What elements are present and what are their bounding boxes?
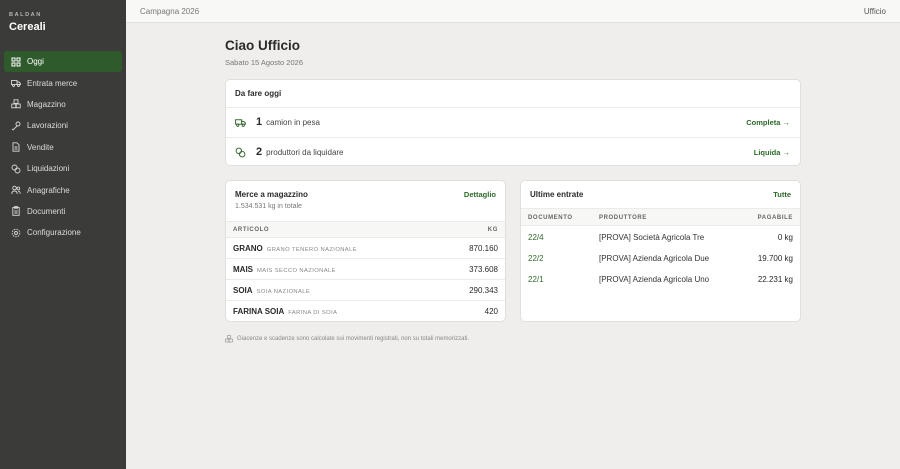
stock-title: Merce a magazzino [235,190,308,199]
todo-row-settlement[interactable]: 2 produttori da liquidare Liquida → [226,138,800,166]
table-row[interactable]: FARINA SOIA FARINA DI SOIA 420 [226,301,505,321]
producer-name: [PROVA] Società Agricola Tre [599,233,705,242]
article-desc: FARINA DI SOIA [288,310,338,316]
entries-card: Ultime entrate Tutte DOCUMENTO PRODUTTOR… [520,180,801,322]
liquidate-link[interactable]: Liquida → [754,148,790,157]
complete-link[interactable]: Completa → [746,118,790,127]
payable-value: 22.231 kg [757,275,793,284]
payable-value: 19.700 kg [757,254,793,263]
column-header-producer: PRODUTTORE [599,214,647,221]
boxes-icon [225,335,233,343]
document-link[interactable]: 22/1 [528,275,544,284]
sidebar-item-label: Documenti [27,206,66,216]
users-icon [11,185,21,195]
sidebar-item-label: Vendite [27,142,54,152]
producer-name: [PROVA] Azienda Agricola Uno [599,275,710,284]
entries-title: Ultime entrate [530,190,584,199]
document-link[interactable]: 22/4 [528,233,544,242]
column-header-document: DOCUMENTO [528,214,573,221]
sidebar-item-magazzino[interactable]: Magazzino [4,94,122,115]
payable-value: 0 kg [777,233,793,242]
sidebar-item-label: Configurazione [27,228,81,238]
article-kg: 373.608 [469,265,498,274]
table-row[interactable]: 22/4 [PROVA] Società Agricola Tre 0 kg [521,227,800,248]
article-kg: 290.343 [469,286,498,295]
todo-title: Da fare oggi [226,80,800,108]
sidebar-item-label: Magazzino [27,99,66,109]
truck-icon [235,119,246,127]
column-header-payable: PAGABILE [757,214,793,221]
sidebar-item-oggi[interactable]: Oggi [4,51,122,73]
sidebar-item-label: Anagrafiche [27,185,70,195]
page-date: Sabato 15 Agosto 2026 [225,58,303,67]
brand-small: BALDAN [9,12,42,18]
boxes-icon [11,99,21,109]
grid-icon [11,57,21,67]
document-link[interactable]: 22/2 [528,254,544,263]
article-name: MAIS MAIS SECCO NAZIONALE [233,265,336,274]
sidebar: BALDAN Cereali Oggi Entrata merce Magazz… [0,0,126,469]
sidebar-item-label: Liquidazioni [27,164,70,174]
sidebar-item-configurazione[interactable]: Configurazione [4,222,122,243]
table-row[interactable]: 22/2 [PROVA] Azienda Agricola Due 19.700… [521,248,800,269]
user-menu[interactable]: Ufficio [864,7,886,16]
coins-icon [235,147,246,158]
clipboard-icon [12,206,20,217]
topbar: Campagna 2026 Ufficio [126,0,900,23]
footnote: Giacenze e scadenze sono calcolate sui m… [225,335,469,343]
stock-card: Merce a magazzino 1.534.531 kg in totale… [225,180,506,322]
article-name: GRANO GRANO TENERO NAZIONALE [233,244,357,253]
brand-name[interactable]: Cereali [9,21,46,33]
article-name: SOIA SOIA NAZIONALE [233,286,311,295]
article-desc: MAIS SECCO NAZIONALE [257,268,336,274]
sidebar-item-documenti[interactable]: Documenti [4,201,122,222]
sidebar-item-entrata-merce[interactable]: Entrata merce [4,72,122,93]
article-desc: GRANO TENERO NAZIONALE [266,247,357,253]
producer-name: [PROVA] Azienda Agricola Due [599,254,710,263]
sidebar-item-lavorazioni[interactable]: Lavorazioni [4,115,122,136]
todo-card: Da fare oggi 1 camion in pesa Completa →… [225,79,801,166]
table-row[interactable]: SOIA SOIA NAZIONALE 290.343 [226,280,505,301]
column-header-kg: KG [487,227,498,233]
gear-icon [11,228,21,238]
document-icon [12,142,20,152]
sidebar-item-label: Entrata merce [27,78,78,88]
todo-count: 2 [256,146,263,159]
table-row[interactable]: 22/1 [PROVA] Azienda Agricola Uno 22.231… [521,269,800,290]
column-header-article: ARTICOLO [233,227,270,233]
campaign-selector[interactable]: Campagna 2026 [140,7,199,16]
truck-icon [11,80,21,88]
stock-table-header: ARTICOLO KG [226,221,505,238]
sidebar-item-anagrafiche[interactable]: Anagrafiche [4,179,122,200]
article-kg: 420 [484,307,498,316]
sidebar-nav: Oggi Entrata merce Magazzino Lavorazioni… [4,51,122,244]
sidebar-item-vendite[interactable]: Vendite [4,137,122,158]
table-row[interactable]: MAIS MAIS SECCO NAZIONALE 373.608 [226,259,505,280]
article-kg: 870.160 [469,244,498,253]
sidebar-item-liquidazioni[interactable]: Liquidazioni [4,158,122,179]
todo-text: camion in pesa [266,117,320,127]
page-title: Ciao Ufficio [225,38,301,53]
table-row[interactable]: GRANO GRANO TENERO NAZIONALE 870.160 [226,238,505,259]
wrench-icon [11,121,21,131]
stock-detail-link[interactable]: Dettaglio [464,190,496,199]
entries-all-link[interactable]: Tutte [773,190,791,199]
footnote-text: Giacenze e scadenze sono calcolate sui m… [237,336,470,342]
sidebar-item-label: Oggi [27,57,44,67]
todo-row-weighing[interactable]: 1 camion in pesa Completa → [226,108,800,138]
entries-table-header: DOCUMENTO PRODUTTORE PAGABILE [521,208,800,226]
stock-total: 1.534.531 kg in totale [235,203,302,210]
todo-text: produttori da liquidare [266,147,344,157]
todo-count: 1 [256,116,263,129]
article-name: FARINA SOIA FARINA DI SOIA [233,307,338,316]
article-desc: SOIA NAZIONALE [256,289,311,295]
sidebar-item-label: Lavorazioni [27,121,68,131]
coins-icon [11,164,21,174]
